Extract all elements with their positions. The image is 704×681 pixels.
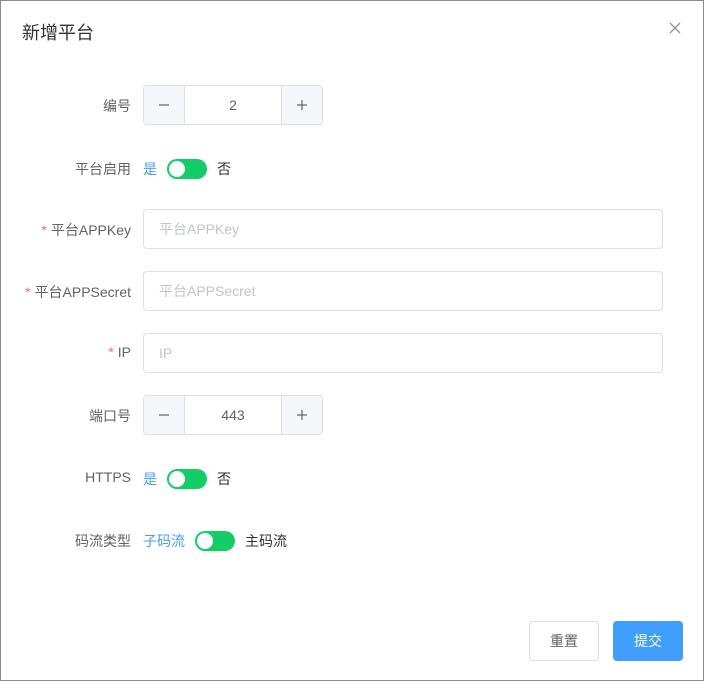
number-stepper[interactable]: 2 xyxy=(143,85,323,125)
required-mark: * xyxy=(25,284,31,300)
platform-enabled-switch[interactable] xyxy=(167,159,207,179)
platform-enabled-label: 平台启用 xyxy=(75,161,131,177)
switch-knob xyxy=(197,533,213,549)
port-value[interactable]: 443 xyxy=(185,396,281,434)
submit-button[interactable]: 提交 xyxy=(613,621,683,661)
decrement-button[interactable] xyxy=(144,396,185,434)
platform-enabled-switch-group: 是 否 xyxy=(143,158,231,180)
app-secret-field[interactable] xyxy=(143,271,663,311)
dialog-title: 新增平台 xyxy=(22,23,94,43)
switch-on-text[interactable]: 是 xyxy=(143,469,157,489)
switch-right-text[interactable]: 主码流 xyxy=(245,531,287,551)
switch-on-text[interactable]: 是 xyxy=(143,159,157,179)
close-icon[interactable] xyxy=(666,19,684,37)
ip-label-text: IP xyxy=(117,344,131,360)
required-mark: * xyxy=(41,222,47,238)
ip-input[interactable] xyxy=(144,334,662,372)
stream-type-label: 码流类型 xyxy=(75,533,131,549)
minus-icon xyxy=(159,414,169,416)
https-label: HTTPS xyxy=(85,469,131,485)
port-label: 端口号 xyxy=(89,408,131,424)
switch-knob xyxy=(169,471,185,487)
add-platform-dialog: 新增平台 编号 2 平台启用 是 否 * 平台APPKey 平台APPKey *… xyxy=(0,0,704,681)
required-mark: * xyxy=(108,344,114,360)
switch-off-text[interactable]: 否 xyxy=(217,469,231,489)
number-value[interactable]: 2 xyxy=(185,86,281,124)
switch-knob xyxy=(169,161,185,177)
app-secret-label: * 平台APPSecret xyxy=(25,282,131,302)
ip-label: * IP xyxy=(108,344,131,360)
increment-button[interactable] xyxy=(281,86,322,124)
switch-off-text[interactable]: 否 xyxy=(217,159,231,179)
https-switch[interactable] xyxy=(167,469,207,489)
reset-button[interactable]: 重置 xyxy=(529,621,599,661)
app-key-label-text: 平台APPKey xyxy=(50,222,131,238)
minus-icon xyxy=(159,104,169,106)
decrement-button[interactable] xyxy=(144,86,185,124)
number-label: 编号 xyxy=(103,98,131,114)
plus-icon xyxy=(297,100,307,110)
https-switch-group: 是 否 xyxy=(143,468,231,490)
app-key-field[interactable] xyxy=(143,209,663,249)
app-secret-input[interactable] xyxy=(144,272,662,310)
increment-button[interactable] xyxy=(281,396,322,434)
plus-icon xyxy=(297,410,307,420)
stream-type-switch[interactable] xyxy=(195,531,235,551)
app-key-label: * 平台APPKey xyxy=(41,220,131,240)
switch-left-text[interactable]: 子码流 xyxy=(143,531,185,551)
app-key-input[interactable] xyxy=(144,210,662,248)
stream-type-switch-group: 子码流 主码流 xyxy=(143,530,287,552)
port-stepper[interactable]: 443 xyxy=(143,395,323,435)
app-secret-label-text: 平台APPSecret xyxy=(34,284,131,300)
ip-field[interactable] xyxy=(143,333,663,373)
